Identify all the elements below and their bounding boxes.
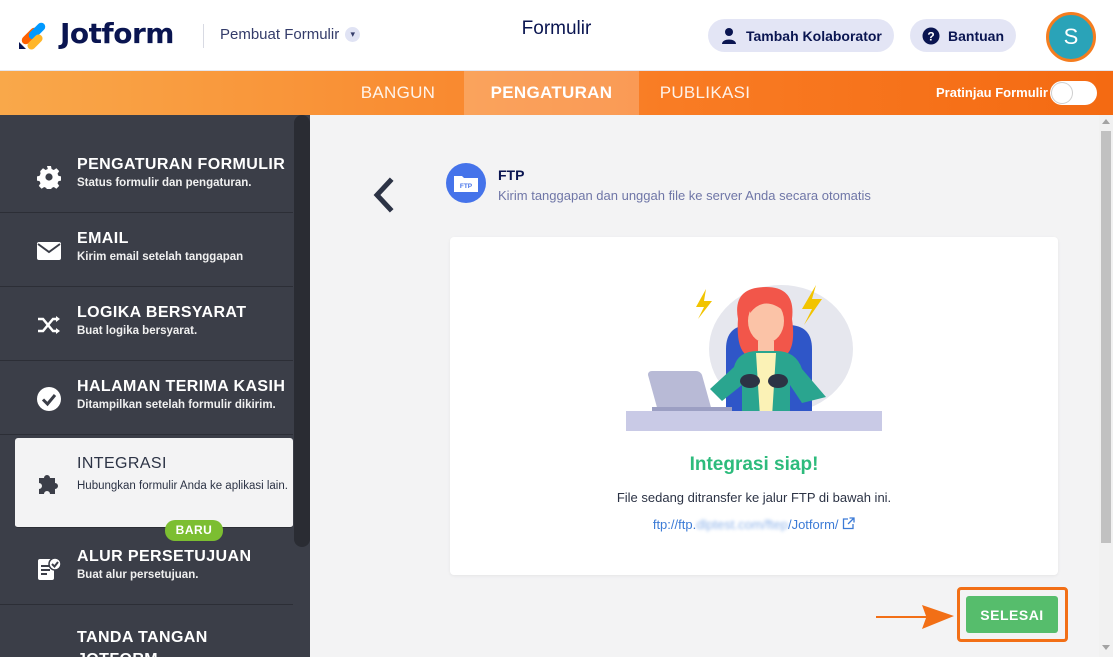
sidebar-item-title: HALAMAN TERIMA KASIH bbox=[77, 378, 286, 395]
sidebar-item-title: LOGIKA BERSYARAT bbox=[77, 304, 247, 321]
sidebar-item-email[interactable]: EMAIL Kirim email setelah tanggapan bbox=[0, 213, 293, 287]
jotform-logo-icon bbox=[19, 22, 46, 50]
sidebar-item-desc: Buat logika bersyarat. bbox=[77, 325, 198, 337]
add-collaborator-button[interactable]: Tambah Kolaborator bbox=[708, 19, 894, 52]
integration-description: Kirim tanggapan dan unggah file ke serve… bbox=[498, 188, 871, 203]
ftp-link-prefix: ftp://ftp. bbox=[652, 517, 697, 532]
help-label: Bantuan bbox=[948, 27, 1004, 44]
svg-text:FTP: FTP bbox=[460, 183, 473, 190]
integration-panel: FTP FTP Kirim tanggapan dan unggah file … bbox=[310, 115, 1099, 657]
settings-sidebar: PENGATURAN FORMULIR Status formulir dan … bbox=[0, 115, 310, 657]
sidebar-item-desc: Kirim email setelah tanggapan bbox=[77, 251, 244, 263]
ftp-path-link[interactable]: ftp://ftp.dlptest.com/ftep/Jotform/ bbox=[450, 517, 1058, 532]
shuffle-icon bbox=[36, 313, 62, 337]
ftp-link-blurred: dlptest.com/ftep bbox=[696, 517, 788, 532]
logo-text: Jotform bbox=[60, 17, 174, 50]
tab-publish[interactable]: PUBLIKASI bbox=[638, 71, 772, 115]
sidebar-item-desc: Hubungkan formulir Anda ke aplikasi lain… bbox=[77, 480, 288, 492]
sidebar-item-title: INTEGRASI bbox=[77, 455, 167, 472]
scroll-down-icon[interactable] bbox=[1102, 645, 1110, 650]
preview-toggle[interactable] bbox=[1050, 81, 1097, 105]
sidebar-item-desc: Status formulir dan pengaturan. bbox=[77, 177, 252, 189]
new-badge: BARU bbox=[165, 520, 223, 541]
sidebar-scrollbar[interactable] bbox=[293, 115, 310, 657]
scroll-up-icon[interactable] bbox=[1102, 119, 1110, 124]
add-collaborator-label: Tambah Kolaborator bbox=[746, 27, 882, 44]
sidebar-item-desc: Ditampilkan setelah formulir dikirim. bbox=[77, 399, 276, 411]
builder-nav: BANGUN PENGATURAN PUBLIKASI Pratinjau Fo… bbox=[0, 71, 1113, 115]
help-icon: ? bbox=[922, 27, 940, 44]
sidebar-item-jotform-sign[interactable]: TANDA TANGAN JOTFORM bbox=[0, 605, 293, 657]
approval-icon bbox=[36, 557, 62, 581]
integration-title: FTP bbox=[498, 167, 525, 183]
sidebar-scroll-thumb[interactable] bbox=[294, 115, 310, 547]
builder-dropdown[interactable]: Pembuat Formulir ▾ bbox=[220, 26, 361, 43]
sidebar-item-form-settings[interactable]: PENGATURAN FORMULIR Status formulir dan … bbox=[0, 139, 293, 213]
header-divider bbox=[203, 24, 204, 48]
avatar-initial: S bbox=[1063, 24, 1079, 49]
chevron-down-icon: ▾ bbox=[345, 27, 361, 42]
top-header: Jotform Pembuat Formulir ▾ Formulir Tamb… bbox=[0, 0, 1113, 71]
integration-ready-title: Integrasi siap! bbox=[689, 454, 819, 475]
sidebar-item-title: ALUR PERSETUJUAN bbox=[77, 548, 252, 565]
sidebar-item-integrations[interactable]: INTEGRASI Hubungkan formulir Anda ke apl… bbox=[15, 438, 293, 528]
sidebar-item-title: EMAIL bbox=[77, 230, 129, 247]
svg-text:?: ? bbox=[927, 29, 934, 43]
tab-settings[interactable]: PENGATURAN bbox=[464, 71, 639, 115]
transfer-status-text: File sedang ditransfer ke jalur FTP di b… bbox=[616, 490, 892, 505]
sidebar-item-desc: Buat alur persetujuan. bbox=[77, 569, 199, 581]
sidebar-item-title: PENGATURAN FORMULIR bbox=[77, 156, 286, 173]
puzzle-icon bbox=[36, 471, 62, 495]
preview-label: Pratinjau Formulir bbox=[936, 85, 1048, 100]
integration-status-card: Integrasi siap! File sedang ditransfer k… bbox=[450, 237, 1058, 575]
sidebar-item-conditional-logic[interactable]: LOGIKA BERSYARAT Buat logika bersyarat. bbox=[0, 287, 293, 361]
gear-icon bbox=[36, 165, 62, 189]
external-link-icon bbox=[843, 517, 855, 530]
chevron-left-icon bbox=[373, 177, 394, 213]
help-button[interactable]: ? Bantuan bbox=[910, 19, 1016, 52]
done-button[interactable]: SELESAI bbox=[966, 596, 1058, 633]
avatar[interactable]: S bbox=[1046, 12, 1096, 62]
signature-icon bbox=[36, 651, 62, 657]
page-scroll-thumb[interactable] bbox=[1101, 131, 1111, 543]
ftp-icon: FTP bbox=[446, 163, 486, 203]
builder-label: Pembuat Formulir bbox=[220, 26, 340, 43]
arrow-right-icon bbox=[876, 605, 954, 629]
user-icon bbox=[722, 27, 736, 44]
integration-ready-illustration bbox=[626, 285, 882, 431]
check-circle-icon bbox=[36, 387, 62, 411]
back-button[interactable] bbox=[368, 175, 398, 215]
sidebar-item-title: TANDA TANGAN JOTFORM bbox=[77, 629, 208, 657]
page-scrollbar[interactable] bbox=[1099, 115, 1113, 657]
ftp-link-suffix: /Jotform/ bbox=[787, 517, 839, 532]
toggle-knob bbox=[1052, 83, 1072, 103]
tab-build[interactable]: BANGUN bbox=[338, 71, 458, 115]
jotform-logo[interactable]: Jotform bbox=[18, 17, 174, 50]
sidebar-item-thank-you-page[interactable]: HALAMAN TERIMA KASIH Ditampilkan setelah… bbox=[0, 361, 293, 435]
envelope-icon bbox=[36, 239, 62, 263]
sidebar-item-approval-flow[interactable]: ALUR PERSETUJUAN Buat alur persetujuan. bbox=[0, 531, 293, 605]
